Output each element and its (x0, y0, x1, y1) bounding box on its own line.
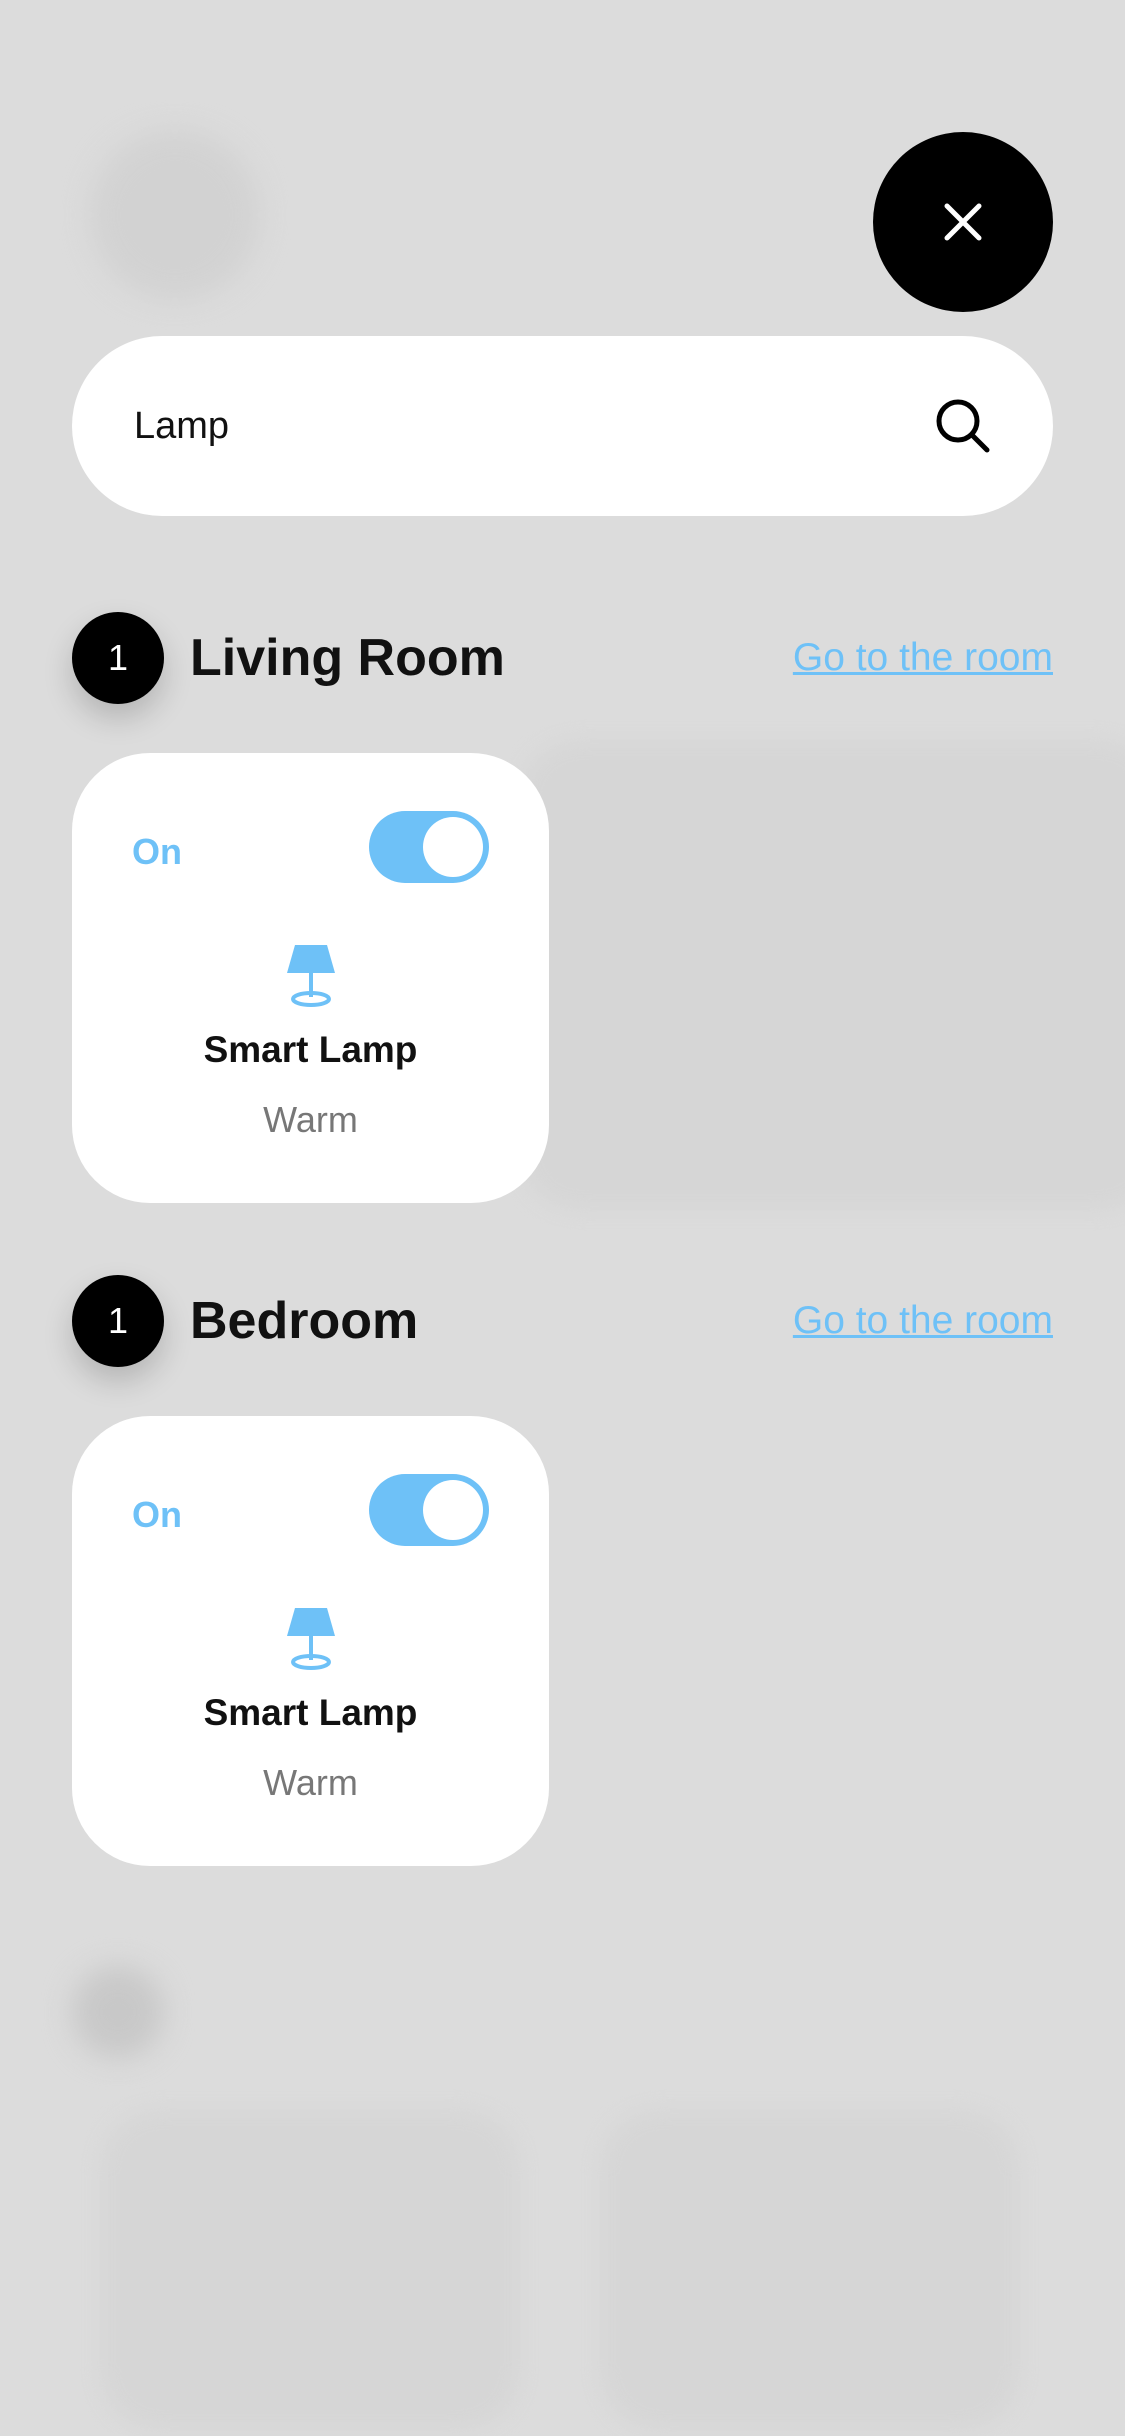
room-header-living-room: 1 Living Room Go to the room (72, 612, 1053, 704)
background-card-blur-2 (100, 2110, 520, 2430)
device-name: Smart Lamp (203, 1029, 418, 1070)
search-bar (72, 336, 1053, 516)
go-to-room-link[interactable]: Go to the room (793, 636, 1053, 680)
room-header-bedroom: 1 Bedroom Go to the room (72, 1275, 1053, 1367)
device-card[interactable]: On Smart Lamp Warm (72, 753, 549, 1203)
lamp-icon (286, 1608, 335, 1670)
close-button[interactable] (873, 132, 1053, 312)
close-icon (944, 203, 982, 241)
device-status: On (132, 1494, 182, 1535)
power-toggle[interactable] (369, 1474, 489, 1546)
search-overlay: 1 Living Room Go to the room On Smart La… (0, 0, 1125, 2436)
go-to-room-link[interactable]: Go to the room (793, 1299, 1053, 1343)
result-count-badge: 1 (72, 612, 164, 704)
device-status: On (132, 831, 182, 872)
toggle-knob (423, 1480, 483, 1540)
room-title: Living Room (190, 629, 505, 687)
lamp-icon (286, 945, 335, 1007)
background-avatar-blur-2 (72, 1966, 164, 2058)
search-input[interactable] (132, 403, 933, 449)
toggle-knob (423, 817, 483, 877)
device-mode: Warm (263, 1762, 358, 1803)
device-mode: Warm (263, 1099, 358, 1140)
device-card[interactable]: On Smart Lamp Warm (72, 1416, 549, 1866)
room-title: Bedroom (190, 1292, 419, 1350)
power-toggle[interactable] (369, 811, 489, 883)
background-avatar-blur (90, 130, 260, 300)
search-icon[interactable] (933, 396, 993, 456)
result-count-badge: 1 (72, 1275, 164, 1367)
background-card-blur (520, 740, 1125, 1210)
background-card-blur-3 (600, 2110, 1020, 2430)
device-name: Smart Lamp (203, 1692, 418, 1733)
